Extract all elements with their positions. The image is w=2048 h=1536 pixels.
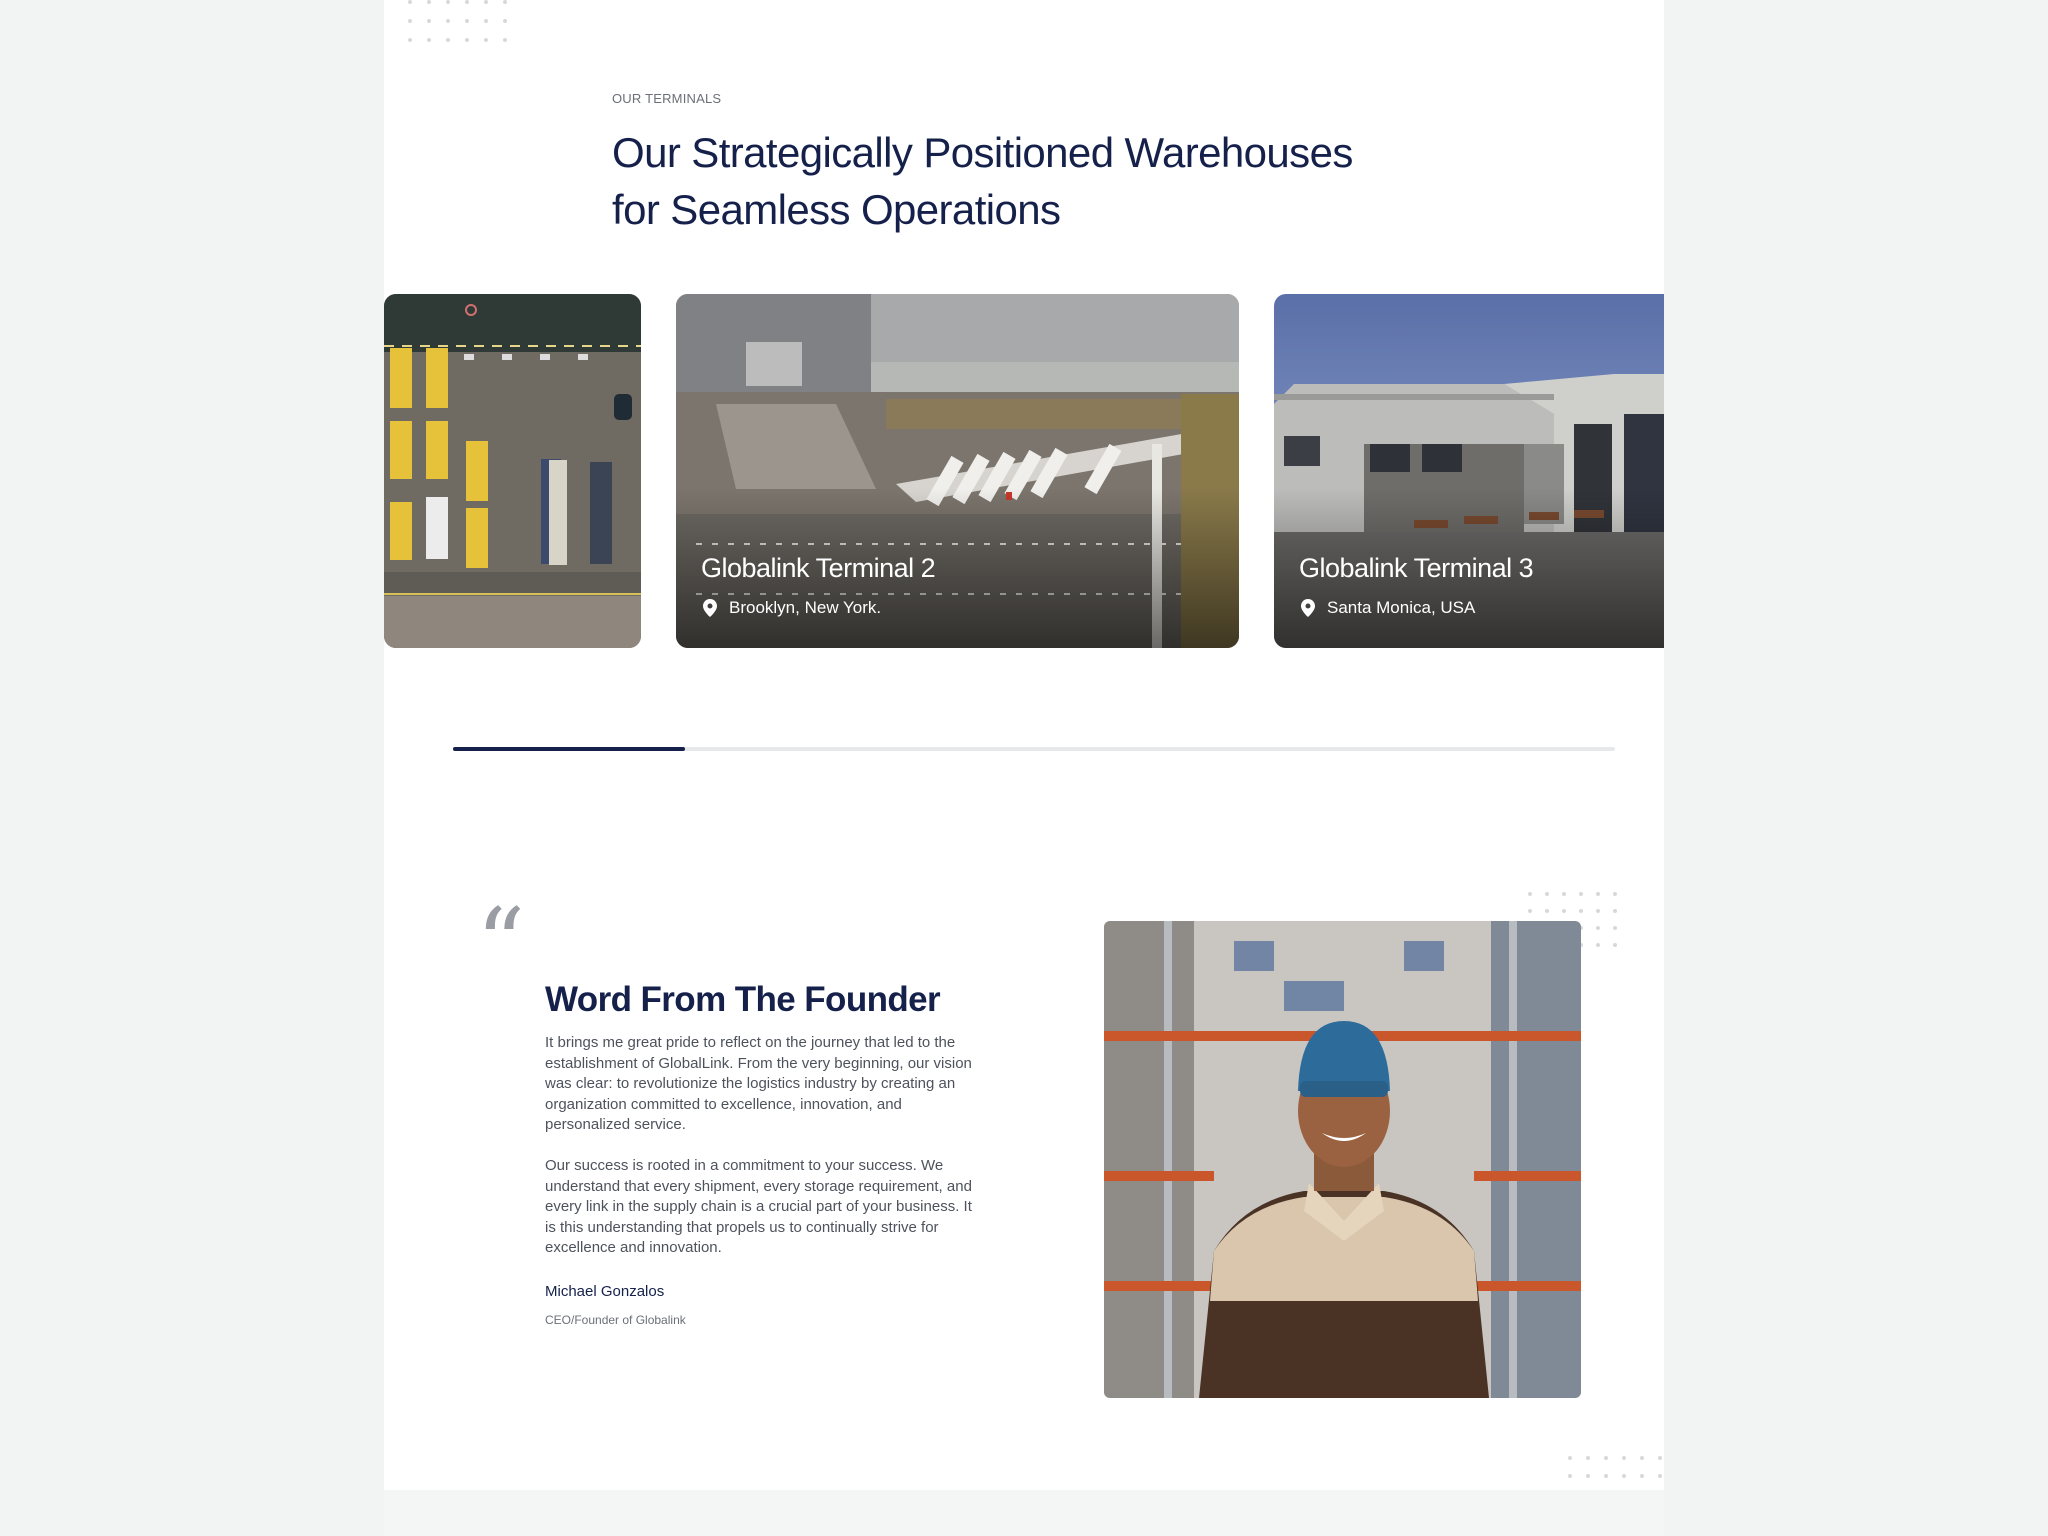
terminal-1-aerial-photo bbox=[384, 294, 641, 648]
page-content: OUR TERMINALS Our Strategically Position… bbox=[384, 0, 1664, 1490]
terminal-card-3[interactable]: Globalink Terminal 3 Santa Monica, USA bbox=[1274, 294, 1664, 648]
terminal-location-text: Brooklyn, New York. bbox=[729, 598, 882, 617]
founder-paragraph-1: It brings me great pride to reflect on t… bbox=[545, 1034, 972, 1133]
founder-section-title: Word From The Founder bbox=[545, 980, 941, 1019]
terminal-location: Santa Monica, USA bbox=[1301, 598, 1475, 618]
section-eyebrow: OUR TERMINALS bbox=[612, 91, 722, 106]
section-title: Our Strategically Positioned Warehouses … bbox=[612, 129, 1353, 233]
carousel-scrollbar-thumb[interactable] bbox=[453, 747, 686, 751]
dot-pattern-bottom-right bbox=[1568, 1456, 1664, 1478]
map-pin-icon bbox=[1301, 599, 1315, 617]
terminal-card-2[interactable]: Globalink Terminal 2 Brooklyn, New York. bbox=[676, 294, 1239, 648]
terminal-location: Brooklyn, New York. bbox=[703, 598, 881, 618]
terminal-title: Globalink Terminal 3 bbox=[1299, 553, 1534, 583]
founder-name: Michael Gonzalos bbox=[545, 1283, 665, 1300]
dot-pattern-top-left bbox=[408, 0, 522, 42]
founder-paragraph-2: Our success is rooted in a commitment to… bbox=[545, 1157, 972, 1256]
terminal-title: Globalink Terminal 2 bbox=[701, 553, 936, 583]
founder-role: CEO/Founder of Globalink bbox=[545, 1313, 686, 1327]
terminal-location-text: Santa Monica, USA bbox=[1327, 598, 1476, 617]
founder-photo bbox=[1104, 921, 1581, 1398]
next-section-background bbox=[384, 1490, 1664, 1536]
quote-icon: “ bbox=[476, 888, 526, 1000]
map-pin-icon bbox=[703, 599, 717, 617]
terminal-card-1[interactable] bbox=[384, 294, 641, 648]
carousel-scrollbar[interactable] bbox=[453, 747, 1615, 751]
